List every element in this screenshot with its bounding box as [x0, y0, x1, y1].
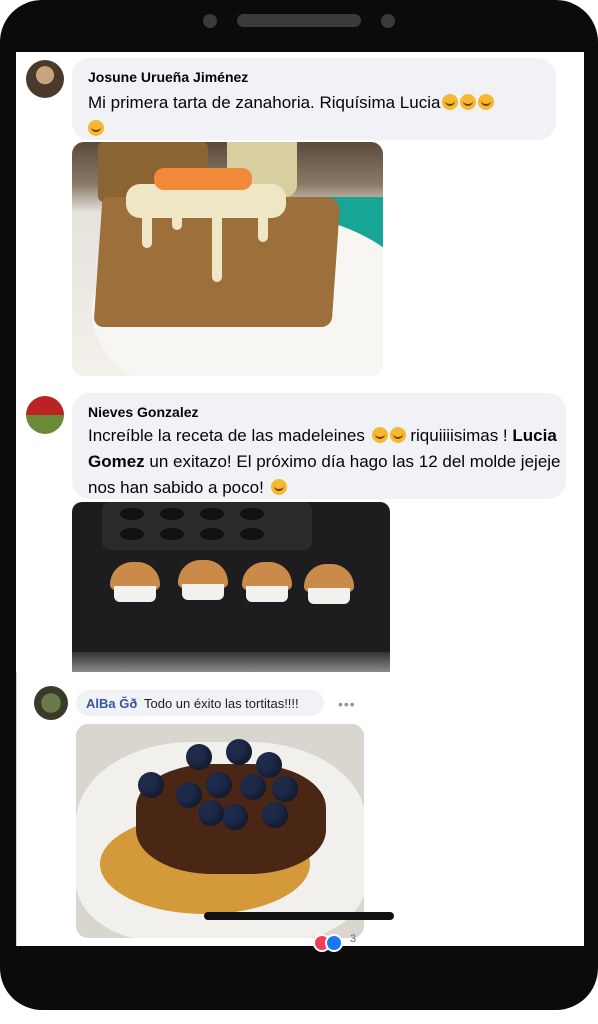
comment-author[interactable]: AlBa Ğð	[86, 696, 137, 711]
thread-line	[16, 672, 17, 946]
avatar[interactable]	[26, 396, 64, 434]
camera-dot	[203, 14, 217, 28]
comment-text-content: Increíble la receta de las madeleines	[88, 426, 365, 445]
avatar[interactable]	[26, 60, 64, 98]
comment-bubble: Josune Urueña Jiménez Mi primera tarta d…	[72, 58, 556, 140]
smile-emoji-icon	[389, 427, 406, 443]
phone-frame: Josune Urueña Jiménez Mi primera tarta d…	[0, 0, 598, 1010]
home-indicator[interactable]	[204, 912, 394, 920]
screen: Josune Urueña Jiménez Mi primera tarta d…	[16, 52, 584, 946]
comment-text: Todo un éxito las tortitas!!!!	[144, 696, 299, 711]
like-reaction-icon	[325, 934, 343, 952]
comment-bubble: Nieves Gonzalez Increíble la receta de l…	[72, 393, 566, 499]
comment-photo-carrot-cake[interactable]	[72, 142, 383, 376]
smile-emoji-icon	[88, 120, 104, 136]
comment-text-content: Mi primera tarta de zanahoria. Riquísima…	[88, 93, 441, 112]
sensor-dot	[381, 14, 395, 28]
smile-emoji-icon	[442, 94, 459, 110]
comment-author[interactable]: Nieves Gonzalez	[88, 404, 199, 420]
comment-photo-madeleines[interactable]	[72, 502, 390, 672]
speaker-grille	[237, 14, 361, 27]
smile-emoji-icon	[478, 94, 495, 110]
more-options-icon[interactable]: •••	[338, 696, 356, 712]
comment-bubble: AlBa Ğð Todo un éxito las tortitas!!!!	[76, 690, 324, 716]
smile-emoji-icon	[460, 94, 477, 110]
comment-text-content: riquiiiisimas !	[410, 426, 508, 445]
comment-author[interactable]: Josune Urueña Jiménez	[88, 69, 248, 85]
reactions[interactable]	[313, 934, 353, 952]
comment-text: Increíble la receta de las madeleines ri…	[88, 423, 562, 501]
comment-text: Mi primera tarta de zanahoria. Riquísima…	[88, 90, 548, 142]
reaction-count[interactable]: 3	[350, 933, 356, 945]
wink-emoji-icon	[270, 479, 287, 495]
smile-emoji-icon	[371, 427, 388, 443]
comment-photo-pancakes[interactable]	[76, 724, 364, 938]
avatar[interactable]	[34, 686, 68, 720]
comment-text-content: un exitazo! El próximo día hago las 12 d…	[88, 452, 561, 497]
